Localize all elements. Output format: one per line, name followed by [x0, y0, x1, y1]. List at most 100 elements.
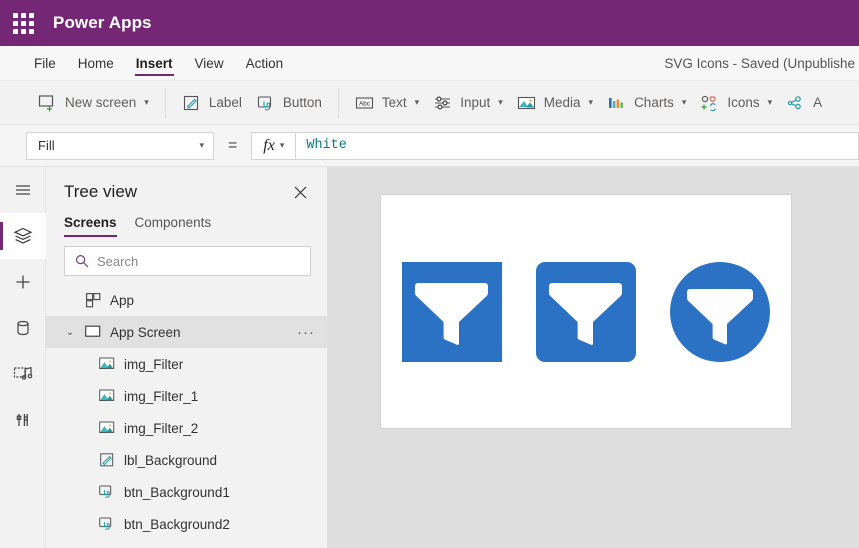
new-screen-button[interactable]: New screen ▾ — [31, 89, 156, 117]
label-pencil-icon — [183, 95, 198, 110]
tree-node-btn-background1[interactable]: btn_Background1 — [46, 476, 327, 508]
chevron-down-icon: ▾ — [144, 97, 149, 107]
ai-button[interactable]: A — [779, 89, 829, 117]
media-label: Media — [543, 95, 581, 110]
tree-view-panel: Tree view Screens Components Search App … — [46, 167, 328, 548]
icons-label: Icons — [727, 95, 760, 110]
media-library-icon — [13, 366, 32, 380]
search-box[interactable] — [64, 246, 311, 276]
close-icon[interactable] — [289, 181, 311, 203]
app-launcher-grid-icon[interactable] — [10, 10, 36, 36]
tree-search-wrapper — [46, 237, 327, 284]
label-icon — [98, 451, 116, 469]
power-apps-window: Power Apps File Home Insert View Action … — [0, 0, 859, 548]
text-abc-icon: Abc — [355, 96, 373, 109]
ai-connector-icon — [788, 95, 801, 109]
tree-node-img-filter[interactable]: img_Filter — [46, 348, 327, 380]
media-button[interactable]: Media ▾ — [510, 89, 600, 117]
menu-item-action[interactable]: Action — [235, 46, 295, 80]
tab-screens[interactable]: Screens — [64, 215, 117, 237]
document-title: SVG Icons - Saved (Unpublishe — [664, 55, 855, 71]
tree-node-label: btn_Background2 — [124, 516, 230, 532]
media-image-icon — [517, 96, 535, 109]
tree-node-label: img_Filter — [124, 356, 184, 372]
canvas-icon-img-filter-2[interactable] — [670, 261, 770, 362]
image-icon — [98, 419, 116, 437]
formula-input[interactable]: White — [295, 131, 859, 160]
tree-node-img-filter-2[interactable]: img_Filter_2 — [46, 412, 327, 444]
text-button[interactable]: Abc Text ▾ — [348, 89, 426, 117]
chevron-down-icon: ▾ — [498, 97, 503, 107]
tree-node-lbl-background[interactable]: lbl_Background — [46, 444, 327, 476]
ai-label: A — [813, 95, 823, 110]
hamburger-icon — [15, 185, 30, 195]
tree-view-header: Tree view — [46, 167, 327, 209]
ribbon-group-insert: Abc Text ▾ Input ▾ Media ▾ Charts ▾ Icon… — [339, 81, 838, 124]
menu-item-view[interactable]: View — [184, 46, 235, 80]
button-icon — [98, 515, 116, 533]
tab-components[interactable]: Components — [135, 215, 212, 237]
ribbon-toolbar: New screen ▾ Label Button Abc Text ▾ Inp… — [0, 81, 859, 125]
input-button[interactable]: Input ▾ — [426, 89, 510, 117]
tree-node-app[interactable]: App — [46, 284, 327, 316]
tree-node-more-menu[interactable]: ··· — [297, 325, 315, 340]
fx-label: fx — [263, 136, 275, 154]
ribbon-group-controls: Label Button — [166, 81, 338, 124]
search-icon — [75, 254, 89, 268]
button-label: Button — [282, 95, 322, 110]
title-bar: Power Apps — [0, 0, 859, 46]
chevron-down-icon: ▾ — [279, 140, 285, 150]
canvas-icon-img-filter-1[interactable] — [536, 261, 636, 362]
layers-icon — [13, 227, 32, 244]
app-screen-canvas[interactable] — [381, 195, 791, 428]
property-select-value: Fill — [38, 138, 55, 153]
button-button[interactable]: Button — [249, 89, 329, 117]
tree-node-label: btn_Background1 — [124, 484, 230, 500]
icons-shapes-icon — [701, 95, 717, 111]
svg-text:Abc: Abc — [359, 100, 370, 107]
tree-node-img-filter-1[interactable]: img_Filter_1 — [46, 380, 327, 412]
funnel-filter-icon — [548, 282, 623, 345]
funnel-filter-icon — [686, 288, 754, 344]
charts-button[interactable]: Charts ▾ — [600, 89, 693, 117]
screen-icon — [84, 323, 102, 341]
input-sliders-icon — [435, 96, 451, 109]
formula-bar: Fill ▾ = fx ▾ White — [0, 125, 859, 167]
charts-label: Charts — [634, 95, 674, 110]
menu-items: File Home Insert View Action — [0, 46, 294, 80]
label-button[interactable]: Label — [175, 89, 249, 117]
canvas-area[interactable] — [328, 167, 859, 548]
fx-button[interactable]: fx ▾ — [251, 131, 296, 160]
charts-bar-icon — [609, 97, 624, 108]
tree-node-label: App — [110, 292, 135, 308]
property-select[interactable]: Fill ▾ — [26, 131, 214, 160]
input-label: Input — [460, 95, 491, 110]
plus-icon — [16, 275, 29, 289]
ribbon-group-screen: New screen ▾ — [22, 81, 165, 124]
label-label: Label — [208, 95, 242, 110]
workspace: Tree view Screens Components Search App … — [0, 167, 859, 548]
menu-item-home[interactable]: Home — [67, 46, 125, 80]
rail-item-tree-view[interactable] — [0, 213, 46, 259]
chevron-down-icon: ▾ — [414, 97, 420, 107]
image-icon — [98, 387, 116, 405]
rail-item-data[interactable] — [0, 305, 46, 351]
rail-item-advanced[interactable] — [0, 397, 46, 443]
menu-item-insert[interactable]: Insert — [125, 46, 184, 80]
tree-node-btn-background2[interactable]: btn_Background2 — [46, 508, 327, 540]
menu-item-file[interactable]: File — [23, 46, 67, 80]
chevron-down-icon[interactable]: ⌄ — [64, 327, 76, 338]
chevron-down-icon: ▾ — [588, 97, 594, 107]
rail-item-media[interactable] — [0, 351, 46, 397]
tree-node-list: App ⌄ App Screen ··· img_Filter img_Filt… — [46, 284, 327, 548]
menu-bar: File Home Insert View Action SVG Icons -… — [0, 46, 859, 81]
tree-node-app-screen[interactable]: ⌄ App Screen ··· — [46, 316, 327, 348]
canvas-icon-img-filter[interactable] — [402, 261, 502, 362]
rail-item-insert[interactable] — [0, 259, 46, 305]
rail-item-menu-hamburger[interactable] — [0, 167, 46, 213]
funnel-filter-icon — [414, 282, 489, 345]
search-input[interactable] — [97, 253, 300, 269]
tree-node-label: App Screen — [110, 324, 181, 340]
tree-view-tabs: Screens Components — [46, 209, 327, 237]
icons-button[interactable]: Icons ▾ — [693, 89, 779, 117]
